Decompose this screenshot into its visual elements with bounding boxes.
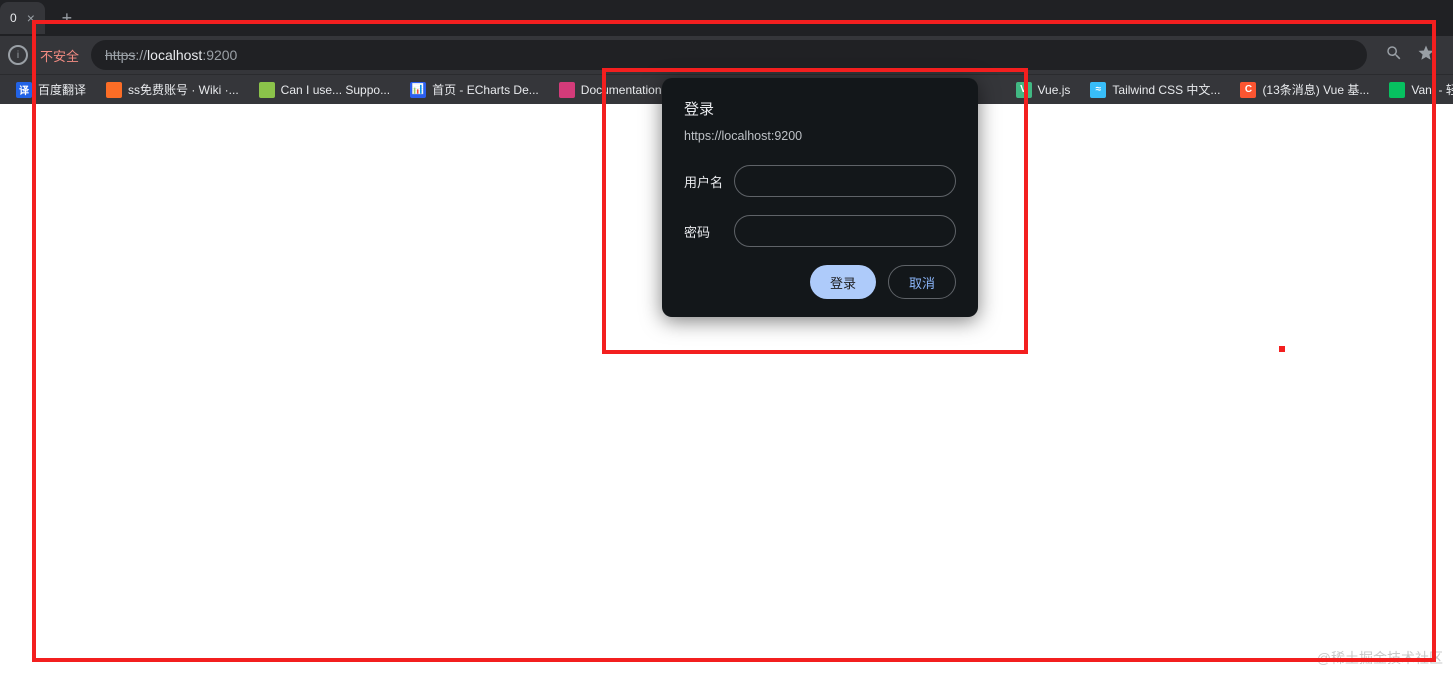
favicon-icon: ≈ [1090,82,1106,98]
browser-tab[interactable]: 0 × [0,2,45,34]
favicon-icon: V [1016,82,1032,98]
username-row: 用户名 [684,165,956,197]
url-host: localhost [147,47,202,63]
bookmark-item[interactable]: 译百度翻译 [8,78,94,101]
dialog-buttons: 登录 取消 [684,265,956,299]
url-separator: :// [135,47,147,63]
bookmark-item[interactable]: Vant - 轻量 [1381,78,1453,101]
favicon-icon [106,82,122,98]
url-port: :9200 [202,47,237,63]
favicon-icon: C [1240,82,1256,98]
favicon-icon: 📊 [410,82,426,98]
bookmark-item[interactable]: ≈ Tailwind CSS 中文... [1082,78,1228,101]
tab-strip: 0 × + [0,0,1453,36]
bookmark-item[interactable]: V Vue.js [1008,79,1079,101]
dialog-origin: https://localhost:9200 [684,129,956,143]
login-button[interactable]: 登录 [810,265,876,299]
zoom-icon[interactable] [1385,44,1403,67]
insecure-label: 不安全 [40,46,79,65]
bookmark-star-icon[interactable] [1417,44,1435,67]
bookmark-label: Documentation [581,83,662,97]
password-label: 密码 [684,222,734,241]
bookmark-label: Can I use... Suppo... [281,83,390,97]
bookmark-item[interactable]: Documentation [551,79,670,101]
cancel-button[interactable]: 取消 [888,265,956,299]
bookmark-label: Tailwind CSS 中文... [1112,81,1220,98]
http-auth-dialog: 登录 https://localhost:9200 用户名 密码 登录 取消 [662,78,978,317]
url-omnibox[interactable]: https://localhost:9200 [91,40,1367,70]
favicon-icon [559,82,575,98]
bookmark-item[interactable]: 📊 首页 - ECharts De... [402,78,547,101]
toolbar-icons [1375,44,1445,67]
password-row: 密码 [684,215,956,247]
dialog-title: 登录 [684,98,956,119]
watermark-text: @稀土掘金技术社区 [1317,648,1443,668]
bookmark-label: ss免费账号 · Wiki ·... [128,81,239,98]
username-label: 用户名 [684,172,734,191]
favicon-icon [1389,82,1405,98]
password-input[interactable] [734,215,956,247]
bookmark-label: (13条消息) Vue 基... [1262,81,1369,98]
tab-title: 0 [10,11,17,25]
bookmark-item[interactable]: C (13条消息) Vue 基... [1232,78,1377,101]
bookmark-item[interactable]: ss免费账号 · Wiki ·... [98,78,247,101]
bookmark-label: Vant - 轻量 [1411,81,1453,98]
site-info-icon[interactable]: i [8,45,28,65]
annotation-dot [1279,346,1285,352]
bookmark-item[interactable]: Can I use... Suppo... [251,79,398,101]
url-protocol: https [105,47,135,63]
bookmark-label: 百度翻译 [38,81,86,98]
bookmark-label: Vue.js [1038,83,1071,97]
address-bar-row: i 不安全 https://localhost:9200 [0,36,1453,74]
bookmark-label: 首页 - ECharts De... [432,81,539,98]
favicon-icon: 译 [16,82,32,98]
new-tab-button[interactable]: + [53,4,81,32]
close-icon[interactable]: × [27,10,35,26]
favicon-icon [259,82,275,98]
username-input[interactable] [734,165,956,197]
